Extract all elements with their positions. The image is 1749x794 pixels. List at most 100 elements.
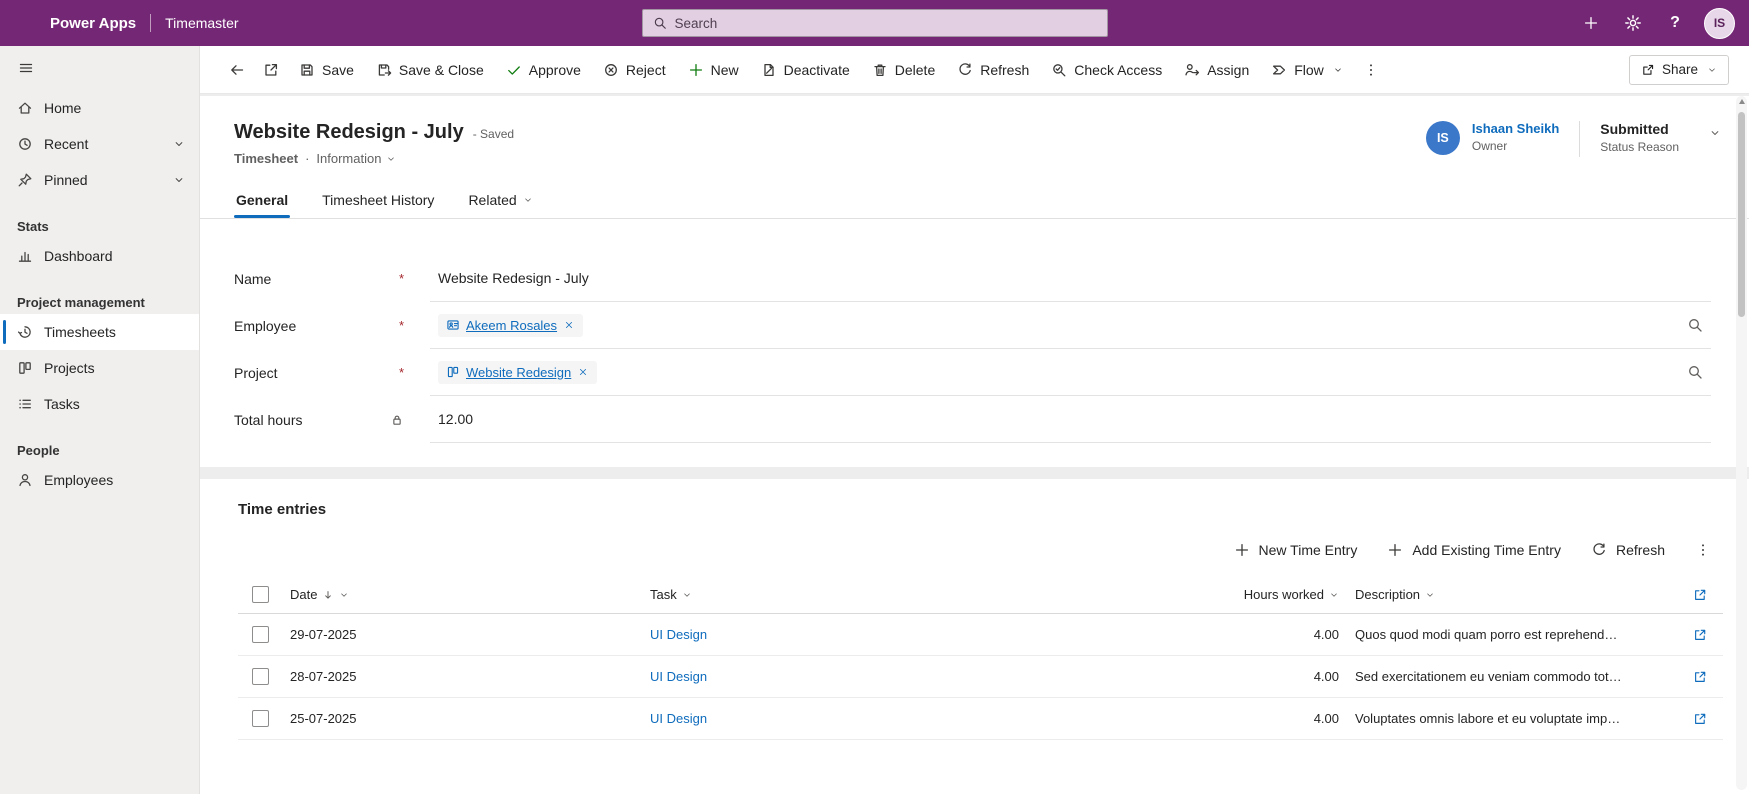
scrollbar-thumb[interactable] — [1738, 112, 1745, 317]
row-checkbox[interactable] — [251, 626, 269, 643]
save-and-close-button[interactable]: Save & Close — [365, 52, 495, 88]
row-checkbox[interactable] — [251, 710, 269, 727]
remove-employee-button[interactable] — [563, 319, 575, 331]
form-selector[interactable]: Information — [316, 151, 396, 166]
column-header-date[interactable]: Date — [282, 587, 642, 602]
powerapps-brand[interactable]: Power Apps — [50, 15, 136, 32]
sidebar-group-people: People — [17, 442, 60, 458]
form-tabs: General Timesheet History Related — [234, 182, 1721, 218]
sidebar-item-employees[interactable]: Employees — [0, 462, 199, 498]
project-record-link[interactable]: Website Redesign — [466, 365, 571, 380]
sidebar-item-recent[interactable]: Recent — [0, 126, 199, 162]
subgrid-more-button[interactable] — [1683, 536, 1723, 564]
header-expand-button[interactable] — [1709, 121, 1721, 139]
quick-create-button[interactable] — [1572, 4, 1610, 42]
popout-grid-button[interactable] — [1685, 588, 1715, 602]
more-commands-button[interactable] — [1354, 52, 1388, 88]
sidebar-item-pinned[interactable]: Pinned — [0, 162, 199, 198]
avatar-initials: IS — [1713, 16, 1726, 30]
column-header-task[interactable]: Task — [642, 587, 1177, 602]
deactivate-button[interactable]: Deactivate — [750, 52, 861, 88]
time-entries-subgrid: Time entries New Time Entry Add Existing… — [200, 479, 1749, 794]
sidebar-item-tasks[interactable]: Tasks — [0, 386, 199, 422]
sitemap-toggle-button[interactable] — [0, 46, 199, 90]
add-existing-time-entry-button[interactable]: Add Existing Time Entry — [1375, 536, 1573, 564]
select-all-checkbox[interactable] — [251, 586, 269, 603]
employee-search-button[interactable] — [1685, 315, 1705, 335]
open-record-button[interactable] — [1685, 628, 1715, 642]
open-in-new-window-icon — [263, 62, 279, 78]
sidebar-item-home[interactable]: Home — [0, 90, 199, 126]
plus-icon — [688, 62, 704, 78]
delete-button[interactable]: Delete — [861, 52, 946, 88]
search-icon — [1687, 364, 1703, 380]
owner-link[interactable]: Ishaan Sheikh — [1472, 121, 1559, 136]
refresh-button[interactable]: Refresh — [946, 52, 1040, 88]
popout-icon — [1693, 670, 1707, 684]
new-time-entry-button[interactable]: New Time Entry — [1222, 536, 1370, 564]
breadcrumb-separator: · — [305, 151, 310, 166]
power-apps-window: Power Apps Timemaster ? IS — [0, 0, 1749, 794]
project-lookup-pill[interactable]: Website Redesign — [438, 360, 598, 384]
approve-button[interactable]: Approve — [495, 52, 592, 88]
account-avatar[interactable]: IS — [1704, 7, 1735, 39]
grid-header-row: Date Task Hours worked Description — [238, 576, 1723, 614]
column-header-description[interactable]: Description — [1347, 587, 1677, 602]
project-search-button[interactable] — [1685, 362, 1705, 382]
topbar-divider — [150, 14, 152, 32]
gear-icon — [1624, 14, 1642, 32]
back-button[interactable] — [220, 52, 254, 88]
employee-lookup-pill[interactable]: Akeem Rosales — [438, 313, 584, 337]
global-search-box[interactable] — [641, 9, 1108, 37]
time-entries-grid: Date Task Hours worked Description 29-07… — [238, 576, 1723, 740]
total-hours-value: 12.00 — [438, 411, 474, 427]
open-in-new-window-button[interactable] — [254, 52, 288, 88]
form-header-titles: Website Redesign - July - Saved Timeshee… — [234, 118, 514, 166]
cell-date: 28-07-2025 — [290, 669, 357, 684]
remove-project-button[interactable] — [577, 366, 589, 378]
check-icon — [506, 62, 522, 78]
name-input[interactable] — [436, 270, 1705, 286]
row-checkbox[interactable] — [251, 668, 269, 685]
new-button[interactable]: New — [677, 52, 750, 88]
deactivate-icon — [761, 62, 777, 78]
subgrid-refresh-button[interactable]: Refresh — [1579, 536, 1677, 564]
sidebar-item-label: Tasks — [44, 396, 80, 412]
time-entry-row: 29-07-2025 UI Design 4.00 Quos quod modi… — [238, 614, 1723, 656]
main-area: Home Recent Pinned Stats Dashboard Proje… — [0, 46, 1749, 794]
tab-related[interactable]: Related — [466, 182, 534, 218]
header-fields: IS Ishaan Sheikh Owner Submitted Status … — [1425, 118, 1721, 157]
vertical-scrollbar[interactable] — [1736, 96, 1747, 790]
tab-timesheet-history[interactable]: Timesheet History — [320, 182, 436, 218]
column-header-hours-worked[interactable]: Hours worked — [1177, 587, 1347, 602]
open-record-button[interactable] — [1685, 712, 1715, 726]
open-record-button[interactable] — [1685, 670, 1715, 684]
save-state: - Saved — [472, 127, 515, 141]
sidebar-item-dashboard[interactable]: Dashboard — [0, 238, 199, 274]
sidebar-item-timesheets[interactable]: Timesheets — [0, 314, 199, 350]
share-button[interactable]: Share — [1628, 54, 1729, 85]
save-button[interactable]: Save — [288, 52, 365, 88]
task-link[interactable]: UI Design — [650, 627, 707, 642]
task-link[interactable]: UI Design — [650, 669, 707, 684]
sidebar-item-label: Projects — [44, 360, 95, 376]
command-bar: Save Save & Close Approve Reject New Dea… — [200, 46, 1749, 94]
check-access-button[interactable]: Check Access — [1040, 52, 1173, 88]
reject-button[interactable]: Reject — [592, 52, 677, 88]
record-title: Website Redesign - July — [234, 121, 464, 143]
status-reason-field: Submitted Status Reason — [1600, 121, 1679, 154]
form-body: Website Redesign - July - Saved Timeshee… — [200, 94, 1749, 794]
employee-record-link[interactable]: Akeem Rosales — [466, 318, 557, 333]
flow-button[interactable]: Flow — [1260, 52, 1354, 88]
field-label: Name — [234, 270, 272, 287]
settings-button[interactable] — [1614, 4, 1652, 42]
search-input[interactable] — [674, 15, 1097, 31]
tab-general[interactable]: General — [234, 182, 291, 218]
popout-icon — [1693, 628, 1707, 642]
help-button[interactable]: ? — [1656, 4, 1694, 42]
app-name[interactable]: Timemaster — [165, 15, 238, 31]
task-link[interactable]: UI Design — [650, 711, 707, 726]
scrollbar-up-arrow[interactable] — [1738, 99, 1745, 104]
sidebar-item-projects[interactable]: Projects — [0, 350, 199, 386]
assign-button[interactable]: Assign — [1173, 52, 1260, 88]
